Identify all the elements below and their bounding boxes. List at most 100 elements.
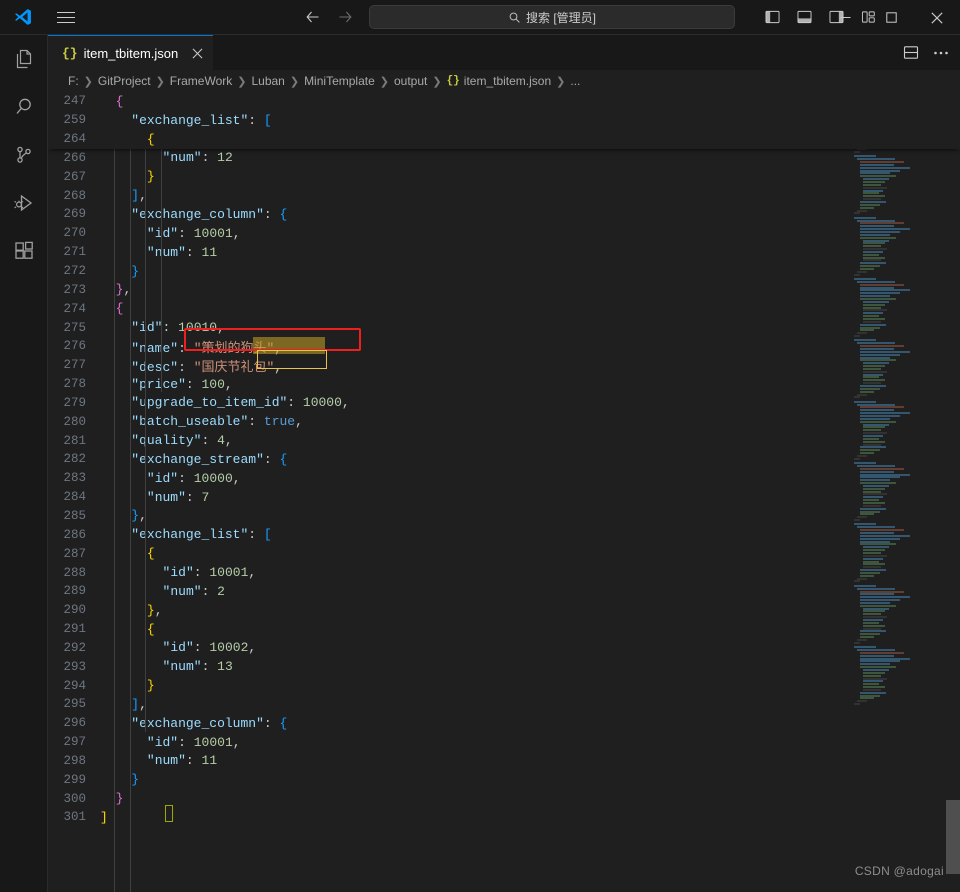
code-line[interactable]: 271"num": 11 [48,243,960,262]
line-number: 294 [48,679,100,693]
token: , [248,565,256,580]
breadcrumb-file[interactable]: item_tbitem.json [464,74,551,88]
code-line[interactable]: 290}, [48,601,960,620]
code-line[interactable]: 292"id": 10002, [48,638,960,657]
token: "num" [163,584,202,599]
code-line[interactable]: 286"exchange_list": [ [48,525,960,544]
line-number: 281 [48,434,100,448]
code-line[interactable]: 283"id": 10000, [48,469,960,488]
vscode-window: 搜索 [管理员] [0,0,960,892]
toggle-primary-sidebar-icon[interactable] [759,5,785,29]
code-line[interactable]: 282"exchange_stream": { [48,450,960,469]
toggle-panel-icon[interactable] [791,5,817,29]
code-line[interactable]: 272} [48,262,960,281]
close-icon[interactable] [192,48,203,59]
code-line[interactable]: 274{ [48,299,960,318]
sticky-scroll-header: 247{259"exchange_list": [264{ [48,92,960,149]
sidebar-item-search[interactable] [0,83,48,131]
token: "策划的狗头" [194,341,275,356]
code-line[interactable]: 278"price": 100, [48,375,960,394]
breadcrumb-ellipsis[interactable]: ... [570,74,580,88]
code-line[interactable]: 291{ [48,620,960,639]
breadcrumb-item-3[interactable]: Luban [251,74,284,88]
code-line[interactable]: 267} [48,167,960,186]
line-number: 285 [48,509,100,523]
code-line[interactable]: 259"exchange_list": [ [48,111,960,130]
maximize-button[interactable] [868,0,914,35]
breadcrumb-item-0[interactable]: F: [68,74,79,88]
arrow-left-icon[interactable] [302,6,324,28]
vscode-logo-icon [0,0,46,35]
breadcrumb-item-4[interactable]: MiniTemplate [304,74,375,88]
line-content: "price": 100, [100,377,233,392]
token: 10001 [209,565,248,580]
line-content: ], [100,697,147,712]
code-line[interactable]: 294} [48,676,960,695]
token: 10002 [209,640,248,655]
token: , [233,735,241,750]
code-line[interactable]: 270"id": 10001, [48,224,960,243]
code-line[interactable]: 296"exchange_column": { [48,714,960,733]
code-line[interactable]: 279"upgrade_to_item_id": 10000, [48,394,960,413]
code-line[interactable]: 301] [48,808,960,827]
token: "num" [163,659,202,674]
code-line[interactable]: 269"exchange_column": { [48,205,960,224]
line-content: "id": 10001, [100,226,241,241]
line-number: 293 [48,660,100,674]
minimap[interactable] [849,92,946,892]
code-line[interactable]: 297"id": 10001, [48,733,960,752]
search-input[interactable]: 搜索 [管理员] [369,5,735,29]
code-line[interactable]: 284"num": 7 [48,488,960,507]
code-line[interactable]: 295], [48,695,960,714]
code-line[interactable]: 281"quality": 4, [48,431,960,450]
token: { [280,716,288,731]
line-number: 296 [48,716,100,730]
code-line[interactable]: 277"desc": "国庆节礼包", [48,356,960,375]
close-button[interactable] [914,0,960,35]
code-line[interactable]: 264{ [48,130,960,149]
navigation-controls [302,6,356,28]
tab-item-tbitem-json[interactable]: {} item_tbitem.json [48,35,213,70]
code-line[interactable]: 280"batch_useable": true, [48,412,960,431]
minimap-slider[interactable] [849,92,946,707]
more-actions-icon[interactable] [928,41,954,65]
code-editor[interactable]: 266"num": 12267}268],269"exchange_column… [48,92,960,892]
token: { [116,301,124,316]
token: : [186,490,202,505]
breadcrumb-item-2[interactable]: FrameWork [170,74,232,88]
breadcrumb-item-1[interactable]: GitProject [98,74,151,88]
sidebar-item-extensions[interactable] [0,227,48,275]
code-line[interactable]: 299} [48,770,960,789]
editor-vertical-scrollbar[interactable] [946,92,960,892]
scrollbar-thumb[interactable] [946,800,960,874]
split-editor-down-icon[interactable] [898,41,924,65]
code-line[interactable]: 276"name": "策划的狗头", [48,337,960,356]
extensions-icon [12,239,36,263]
code-line[interactable]: 298"num": 11 [48,752,960,771]
token: 10001 [194,735,233,750]
hamburger-menu-icon[interactable] [46,0,86,35]
line-content: "exchange_list": [ [100,527,272,542]
line-content: { [100,546,155,561]
sidebar-item-source-control[interactable] [0,131,48,179]
code-line[interactable]: 288"id": 10001, [48,563,960,582]
code-line[interactable]: 268], [48,186,960,205]
arrow-right-icon[interactable] [334,6,356,28]
code-line[interactable]: 266"num": 12 [48,149,960,168]
code-line[interactable]: 273}, [48,280,960,299]
breadcrumb-item-5[interactable]: output [394,74,427,88]
code-line[interactable]: 285}, [48,507,960,526]
line-content: "exchange_list": [ [100,113,272,128]
line-number: 288 [48,566,100,580]
minimize-button[interactable] [822,0,868,35]
line-content: ] [100,810,108,825]
breadcrumb-separator: ❯ [431,75,442,88]
sidebar-item-explorer[interactable] [0,35,48,83]
code-line[interactable]: 293"num": 13 [48,657,960,676]
sidebar-item-run-debug[interactable] [0,179,48,227]
code-line[interactable]: 289"num": 2 [48,582,960,601]
code-line[interactable]: 275"id": 10010, [48,318,960,337]
code-line[interactable]: 287{ [48,544,960,563]
code-line[interactable]: 247{ [48,92,960,111]
code-line[interactable]: 300} [48,789,960,808]
